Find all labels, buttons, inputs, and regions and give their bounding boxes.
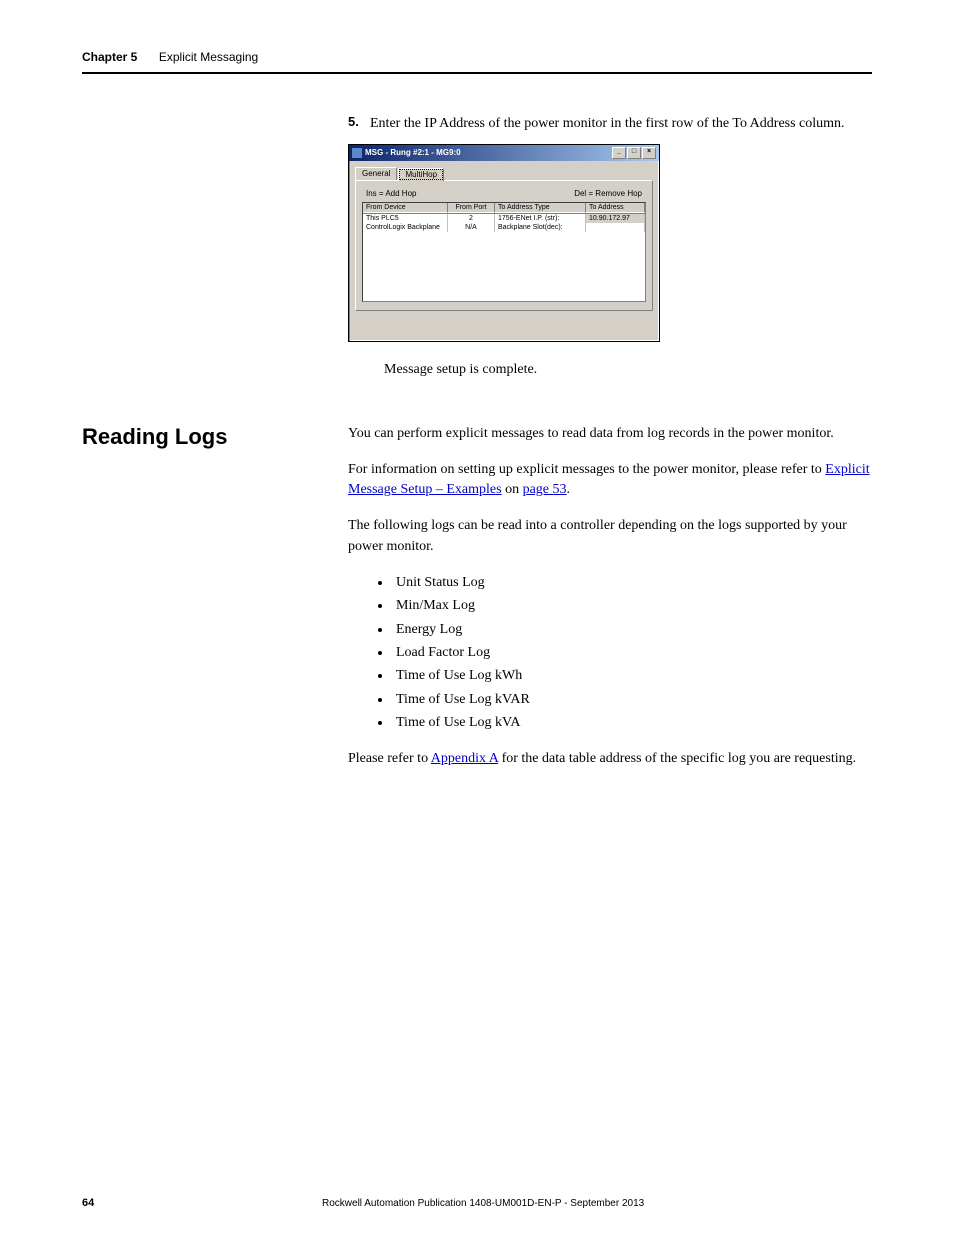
- dialog-titlebar[interactable]: MSG - Rung #2:1 - MG9:0 _ □ ×: [349, 145, 659, 161]
- list-item: Min/Max Log: [392, 596, 872, 616]
- cell-to-address-type: Backplane Slot(dec):: [495, 223, 586, 232]
- section-heading-reading-logs: Reading Logs: [82, 424, 348, 450]
- cell-from-device: ControlLogix Backplane: [363, 223, 448, 232]
- tab-general[interactable]: General: [355, 167, 397, 180]
- dialog-title: MSG - Rung #2:1 - MG9:0: [365, 148, 461, 157]
- cell-from-device: This PLC5: [363, 214, 448, 223]
- link-page-53[interactable]: page 53: [523, 482, 567, 497]
- list-item: Time of Use Log kVA: [392, 713, 872, 733]
- link-appendix-a[interactable]: Appendix A: [431, 751, 498, 766]
- tab-multihop[interactable]: MultiHop: [398, 168, 444, 181]
- close-button[interactable]: ×: [642, 147, 656, 159]
- col-to-address-type[interactable]: To Address Type: [495, 203, 586, 213]
- list-item: Energy Log: [392, 620, 872, 640]
- maximize-button[interactable]: □: [627, 147, 641, 159]
- list-item: Time of Use Log kWh: [392, 666, 872, 686]
- cell-from-port: N/A: [448, 223, 495, 232]
- page-header: Chapter 5 Explicit Messaging: [82, 50, 872, 74]
- body-paragraph: For information on setting up explicit m…: [348, 460, 872, 501]
- text-span: Please refer to: [348, 751, 431, 766]
- completion-note: Message setup is complete.: [384, 362, 872, 378]
- chapter-label: Chapter 5: [82, 50, 137, 64]
- del-hint: Del = Remove Hop: [574, 189, 642, 198]
- text-span: .: [567, 482, 571, 497]
- chapter-title: Explicit Messaging: [159, 50, 258, 64]
- list-item: Unit Status Log: [392, 573, 872, 593]
- table-row[interactable]: This PLC5 2 1756-ENet I.P. (str): 10.90.…: [363, 214, 645, 223]
- col-from-port[interactable]: From Port: [448, 203, 495, 213]
- table-row[interactable]: ControlLogix Backplane N/A Backplane Slo…: [363, 223, 645, 232]
- page-footer: 64 Rockwell Automation Publication 1408-…: [82, 1197, 872, 1209]
- text-span: on: [502, 482, 523, 497]
- cell-to-address[interactable]: 10.90.172.97: [586, 214, 645, 223]
- body-paragraph: Please refer to Appendix A for the data …: [348, 749, 872, 769]
- minimize-button[interactable]: _: [612, 147, 626, 159]
- step-instruction: Enter the IP Address of the power monito…: [370, 114, 872, 134]
- log-list: Unit Status Log Min/Max Log Energy Log L…: [348, 573, 872, 733]
- col-from-device[interactable]: From Device: [363, 203, 448, 213]
- body-paragraph: You can perform explicit messages to rea…: [348, 424, 872, 444]
- text-span: For information on setting up explicit m…: [348, 462, 825, 477]
- publication-id: Rockwell Automation Publication 1408-UM0…: [94, 1198, 872, 1209]
- hop-grid[interactable]: From Device From Port To Address Type To…: [362, 202, 646, 302]
- body-paragraph: The following logs can be read into a co…: [348, 516, 872, 557]
- list-item: Time of Use Log kVAR: [392, 690, 872, 710]
- dialog-icon: [352, 148, 362, 158]
- cell-to-address[interactable]: [586, 223, 645, 232]
- list-item: Load Factor Log: [392, 643, 872, 663]
- text-span: for the data table address of the specif…: [498, 751, 856, 766]
- page-number: 64: [82, 1197, 94, 1209]
- multihop-panel: Ins = Add Hop Del = Remove Hop From Devi…: [355, 180, 653, 311]
- step-number: 5.: [348, 114, 366, 129]
- ins-hint: Ins = Add Hop: [366, 189, 416, 198]
- col-to-address[interactable]: To Address: [586, 203, 645, 213]
- msg-config-dialog: MSG - Rung #2:1 - MG9:0 _ □ × General Mu…: [348, 144, 660, 342]
- cell-from-port: 2: [448, 214, 495, 223]
- cell-to-address-type: 1756-ENet I.P. (str):: [495, 214, 586, 223]
